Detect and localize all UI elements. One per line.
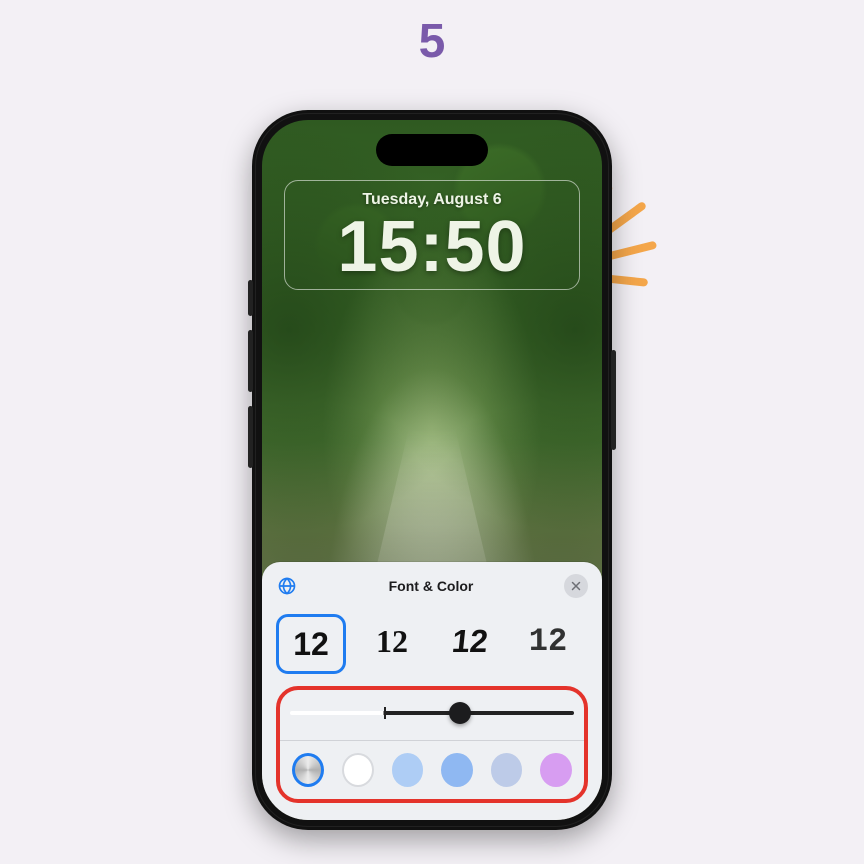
font-option-1[interactable]: 12 (276, 614, 346, 674)
lockscreen-time-selection[interactable]: Tuesday, August 6 15:50 (284, 180, 580, 290)
color-swatch-picker[interactable] (292, 753, 324, 787)
color-swatch-purple[interactable] (540, 753, 572, 787)
sheet-title: Font & Color (298, 578, 564, 594)
color-swatch-blue[interactable] (441, 753, 473, 787)
step-number: 5 (0, 14, 864, 69)
weight-slider[interactable] (290, 700, 574, 726)
iphone-frame: Tuesday, August 6 15:50 Font & Color 12 … (252, 110, 612, 830)
volume-up-button (248, 330, 253, 392)
font-option-3[interactable]: 12 (435, 614, 505, 668)
globe-icon[interactable] (276, 575, 298, 597)
power-button (611, 350, 616, 450)
side-button (248, 280, 253, 316)
color-swatch-white[interactable] (342, 753, 374, 787)
divider (280, 740, 584, 741)
phone-screen: Tuesday, August 6 15:50 Font & Color 12 … (262, 120, 602, 820)
color-swatch-row (290, 753, 574, 787)
font-option-4[interactable]: 12 (516, 614, 580, 668)
dynamic-island (376, 134, 488, 166)
color-swatch-grey-blue[interactable] (491, 753, 523, 787)
slider-thumb[interactable] (449, 702, 471, 724)
highlight-box-annotation (276, 686, 588, 803)
font-color-sheet: Font & Color 12 12 12 12 (262, 562, 602, 820)
slider-track (290, 711, 574, 715)
lockscreen-time: 15:50 (285, 211, 579, 283)
close-icon[interactable] (564, 574, 588, 598)
font-option-2[interactable]: 12 (360, 614, 424, 668)
font-options-row: 12 12 12 12 (276, 614, 588, 674)
color-swatch-light-blue[interactable] (392, 753, 424, 787)
volume-down-button (248, 406, 253, 468)
